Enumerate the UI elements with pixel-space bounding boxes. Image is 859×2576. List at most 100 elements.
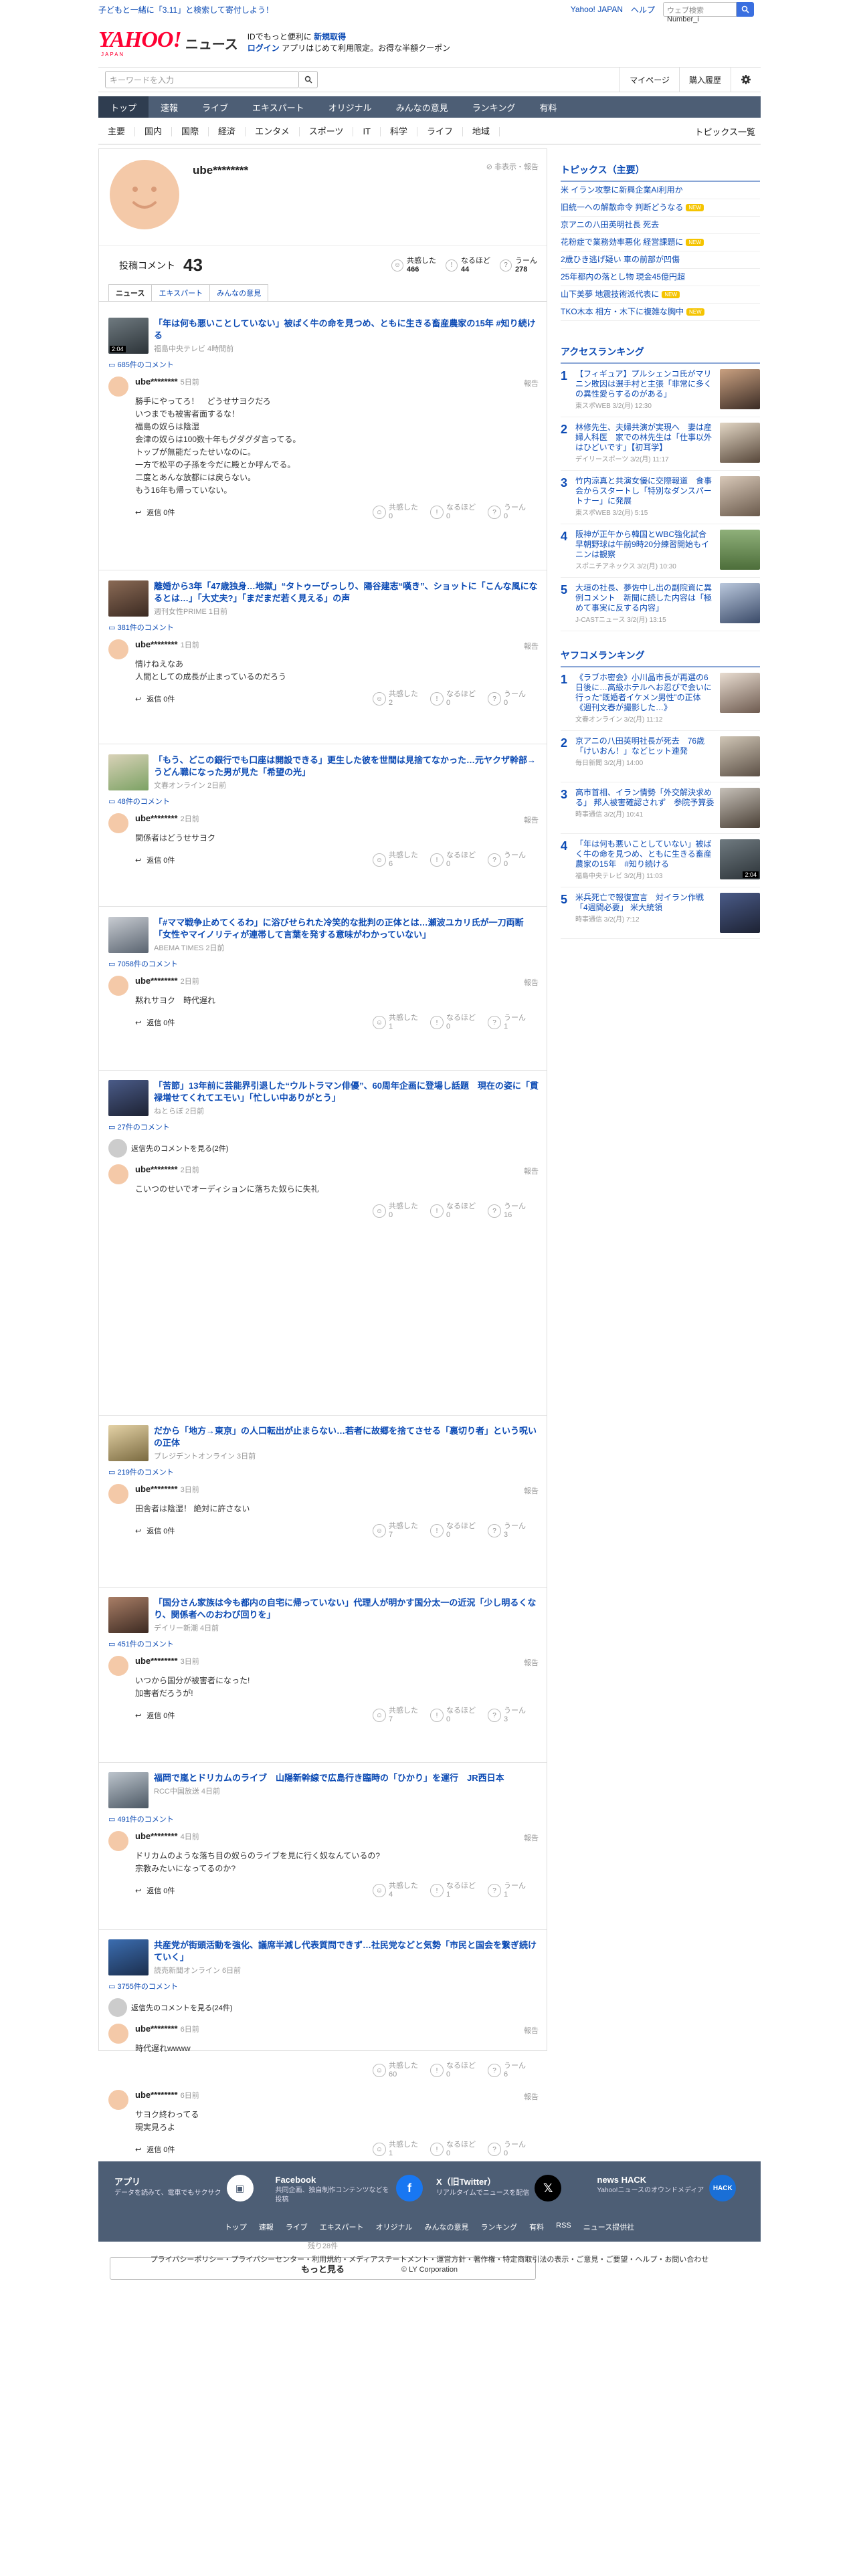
topic-item[interactable]: 花粉症で業務効率悪化 経営課題に NEW <box>561 234 760 251</box>
insight-button[interactable]: ! なるほど 0 <box>430 851 477 869</box>
insight-button[interactable]: ! なるほど 0 <box>430 1707 477 1724</box>
article-title[interactable]: 福岡で嵐とドリカムのライブ 山陽新幹線で広島行き臨時の「ひかり」を運行 JR西日… <box>154 1773 504 1783</box>
nav-original[interactable]: オリジナル <box>316 96 384 118</box>
nav-ranking[interactable]: ランキング <box>460 96 528 118</box>
article-thumbnail[interactable] <box>108 1080 149 1116</box>
reply-chain-link[interactable]: 返信先のコメントを見る(2件) <box>108 1139 540 1158</box>
comment-author[interactable]: ube******** <box>135 639 178 649</box>
comment-author[interactable]: ube******** <box>135 1164 178 1174</box>
tab-opinion[interactable]: みんなの意見 <box>209 284 269 302</box>
ranking-item[interactable]: 5 米兵死亡で報復宣言 対イラン作戦「4週間必要」 米大統領 時事通信 3/2(月)… <box>561 887 760 939</box>
comment-author[interactable]: ube******** <box>135 1656 178 1666</box>
nav-paid[interactable]: 有料 <box>527 96 569 118</box>
empathy-button[interactable]: ☺ 共感した 0 <box>373 1202 419 1220</box>
reply-button[interactable]: ↩ 返信 0件 <box>135 1885 175 1896</box>
ranking-item[interactable]: 2 林修先生、夫婦共演が実現へ 妻は産婦人科医 家での林先生は「仕事以外はひどいで… <box>561 417 760 471</box>
signup-link[interactable]: 新規取得 <box>314 32 346 41</box>
article-title[interactable]: 「もう、どこの銀行でも口座は開設できる」更生した彼を世間は見捨てなかった…元ヤク… <box>154 755 536 777</box>
reply-chain-link[interactable]: 返信先のコメントを見る(24件) <box>108 1998 540 2017</box>
footer-facebook-card[interactable]: Facebook 共同企画、独自制作コンテンツなどを投稿 f <box>269 2175 430 2205</box>
login-link[interactable]: ログイン <box>248 43 280 53</box>
article-title[interactable]: 「年は何も悪いことしていない」被ばく牛の命を見つめ、ともに生きる畜産農家の15年… <box>154 318 536 340</box>
hmm-button[interactable]: ? うーん 1 <box>488 1014 535 1031</box>
empathy-button[interactable]: ☺ 共感した 6 <box>373 851 419 869</box>
footer-app-card[interactable]: アプリ データを読みて、電車でもサクサク ▣ <box>108 2175 269 2205</box>
article-title[interactable]: 離婚から3年「47歳独身…地獄」“タトゥーびっしり、陽谷建志“嘆き”、ショットに… <box>154 581 538 603</box>
hmm-button[interactable]: ? うーん 1 <box>488 1882 535 1899</box>
topic-item[interactable]: 25年都内の落とし物 現金45億円超 <box>561 269 760 286</box>
report-link[interactable]: 報告 <box>524 1485 539 1496</box>
topics-all-link[interactable]: トピックス一覧 <box>694 125 761 138</box>
cat-sports[interactable]: スポーツ <box>300 126 354 136</box>
insight-button[interactable]: ! なるほど 0 <box>430 2141 477 2158</box>
footer-newshack-card[interactable]: news HACK Yahoo!ニュースのオウンドメディア HACK <box>591 2175 752 2205</box>
hmm-button[interactable]: ? うーん 0 <box>488 851 535 869</box>
article-thumbnail[interactable] <box>108 1772 149 1808</box>
article-title[interactable]: 共産党が街頭活動を強化、議席半減し代表質問できず…社民党などと気勢「市民と国会を… <box>154 1940 537 1962</box>
comment-author[interactable]: ube******** <box>135 2024 178 2034</box>
help-link[interactable]: ヘルプ <box>631 4 655 15</box>
reply-button[interactable]: ↩ 返信 0件 <box>135 2144 175 2155</box>
mypage-link[interactable]: マイページ <box>619 68 679 92</box>
nav-opinion[interactable]: みんなの意見 <box>384 96 460 118</box>
article-thumbnail[interactable] <box>108 754 149 790</box>
footer-link[interactable]: ニュース提供社 <box>583 2222 634 2232</box>
comment-author[interactable]: ube******** <box>135 2090 178 2100</box>
web-search-input[interactable]: ウェブ検索 Number_i <box>663 2 737 23</box>
article-thumbnail[interactable] <box>108 580 149 617</box>
comment-author[interactable]: ube******** <box>135 813 178 823</box>
empathy-button[interactable]: ☺ 共感した 0 <box>373 504 419 521</box>
reply-button[interactable]: ↩ 返信 0件 <box>135 1525 175 1536</box>
reply-button[interactable]: ↩ 返信 0件 <box>135 855 175 865</box>
tab-news[interactable]: ニュース <box>108 284 153 302</box>
empathy-button[interactable]: ☺ 共感した 60 <box>373 2062 419 2079</box>
insight-button[interactable]: ! なるほど 0 <box>430 690 477 708</box>
report-link[interactable]: 報告 <box>524 1832 539 1843</box>
comment-author[interactable]: ube******** <box>135 976 178 986</box>
cat-it[interactable]: IT <box>353 126 381 136</box>
nav-breaking[interactable]: 速報 <box>149 96 190 118</box>
legal-links[interactable]: プライバシーポリシー・プライバシーセンター・利用規約・メディアステートメント・運… <box>98 2254 761 2264</box>
report-link[interactable]: 報告 <box>524 641 539 651</box>
tab-expert[interactable]: エキスパート <box>151 284 211 302</box>
empathy-button[interactable]: ☺ 共感した 2 <box>373 690 419 708</box>
nav-expert[interactable]: エキスパート <box>240 96 316 118</box>
article-thumbnail[interactable] <box>108 1597 149 1633</box>
footer-link[interactable]: トップ <box>225 2222 247 2232</box>
cat-life[interactable]: ライフ <box>417 126 464 136</box>
ranking-item[interactable]: 4 阪神が正午から韓国とWBC強化試合 早朝野球は午前9時20分練習開始もイニンは… <box>561 524 760 578</box>
footer-link[interactable]: オリジナル <box>375 2222 412 2232</box>
article-title[interactable]: 「#ママ戦争止めてくるわ」に浴びせられた冷笑的な批判の正体とは…瀬波ユカリ氏が一… <box>154 918 524 940</box>
report-link[interactable]: 報告 <box>524 2091 539 2102</box>
topic-item[interactable]: 京アニの八田英明社長 死去 <box>561 217 760 234</box>
topic-item[interactable]: 2歳ひき逃げ疑い 車の前部が凹傷 <box>561 251 760 269</box>
reply-button[interactable]: ↩ 返信 0件 <box>135 693 175 704</box>
article-title[interactable]: 「苦節」13年前に芸能界引退した“ウルトラマン俳優”、60周年企画に登場し話題 … <box>154 1081 539 1103</box>
topic-item[interactable]: 旧統一への解散命令 判断どうなる NEW <box>561 199 760 217</box>
cat-entertainment[interactable]: エンタメ <box>246 126 300 136</box>
article-thumbnail[interactable] <box>108 1939 149 1975</box>
article-thumbnail[interactable] <box>108 1425 149 1461</box>
comment-count-link[interactable]: ▭ 491件のコメント <box>108 1814 540 1824</box>
footer-link[interactable]: ライブ <box>286 2222 308 2232</box>
web-search-button[interactable] <box>737 2 754 17</box>
hmm-button[interactable]: ? うーん 16 <box>488 1202 535 1220</box>
keyword-search-input[interactable]: キーワードを入力 <box>105 71 299 88</box>
comment-count-link[interactable]: ▭ 219件のコメント <box>108 1467 540 1477</box>
report-link[interactable]: 報告 <box>524 378 539 389</box>
comment-author[interactable]: ube******** <box>135 377 178 387</box>
comment-count-link[interactable]: ▭ 7058件のコメント <box>108 958 540 969</box>
comment-count-link[interactable]: ▭ 48件のコメント <box>108 796 540 807</box>
report-link[interactable]: 報告 <box>524 1657 539 1668</box>
report-link[interactable]: 報告 <box>524 977 539 988</box>
comment-count-link[interactable]: ▭ 27件のコメント <box>108 1121 540 1132</box>
footer-link[interactable]: 有料 <box>529 2222 544 2232</box>
purchase-history-link[interactable]: 購入履歴 <box>678 68 731 92</box>
article-thumbnail[interactable]: 2:04 <box>108 318 149 354</box>
report-link[interactable]: 報告 <box>524 1166 539 1176</box>
footer-link[interactable]: 速報 <box>259 2222 274 2232</box>
yahoo-logo[interactable]: YAHOO! JAPAN <box>98 28 182 58</box>
yahoo-japan-link[interactable]: Yahoo! JAPAN <box>571 5 623 14</box>
comment-author[interactable]: ube******** <box>135 1831 178 1841</box>
hmm-button[interactable]: ? うーん 0 <box>488 504 535 521</box>
